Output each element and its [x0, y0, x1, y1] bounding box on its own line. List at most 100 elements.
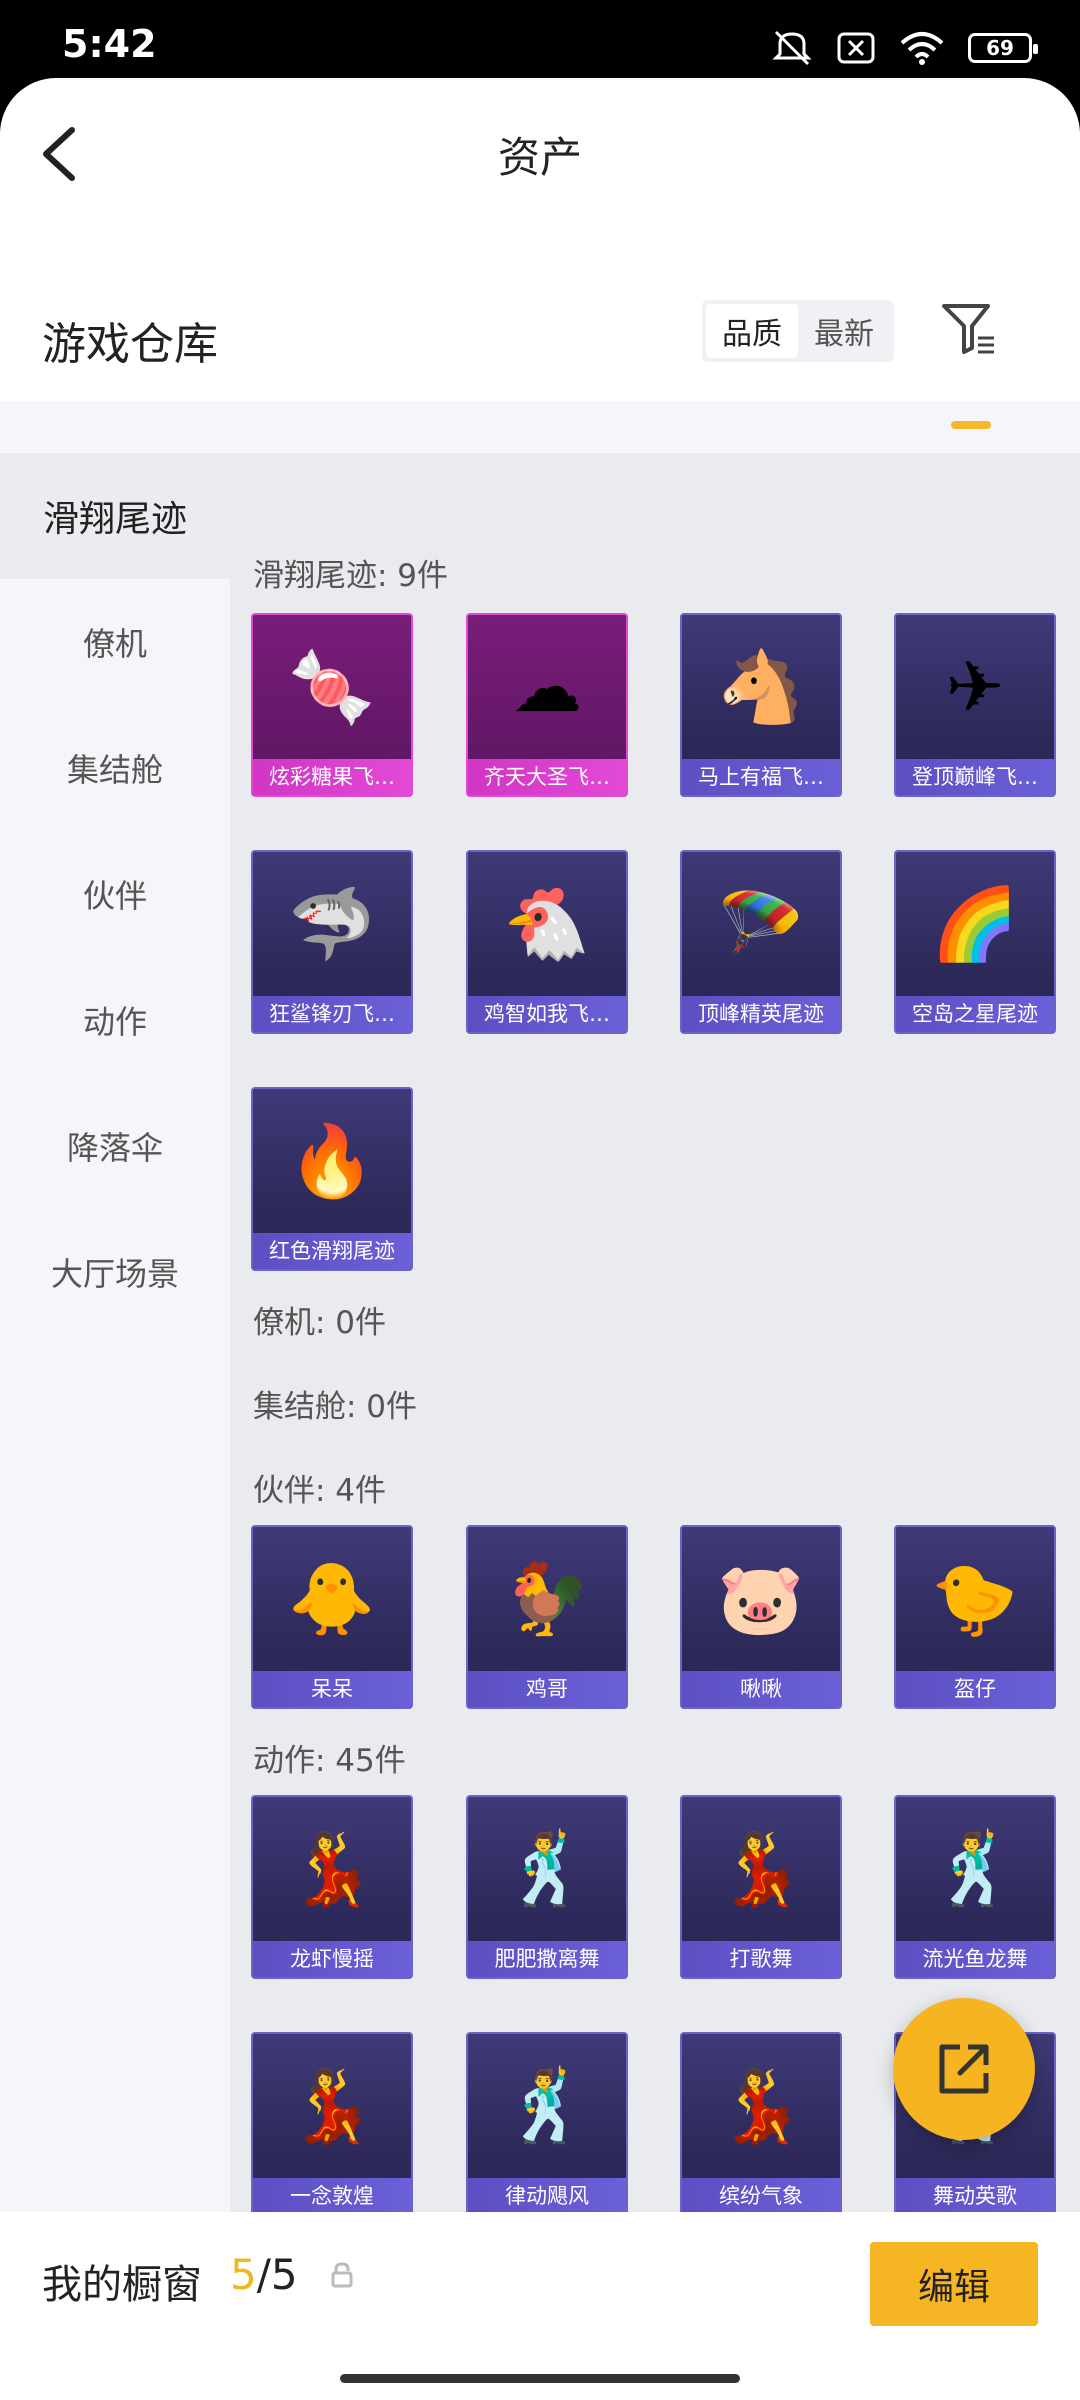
showcase-current: 5: [230, 2250, 257, 2299]
dancer-icon: 🕺: [503, 1827, 591, 1910]
item-name: 鸡哥: [468, 1671, 626, 1707]
sidebar-item-parachute[interactable]: 降落伞: [0, 1083, 230, 1209]
dancer-icon: 💃: [288, 2064, 376, 2147]
warehouse-title: 游戏仓库: [42, 319, 218, 370]
sidebar: 滑翔尾迹 僚机 集结舱 伙伴 动作 降落伞 大厅场景: [0, 453, 230, 2223]
item-card[interactable]: 🔥 红色滑翔尾迹: [251, 1087, 413, 1271]
item-name: 盔仔: [896, 1671, 1054, 1707]
item-card[interactable]: 🪂 顶峰精英尾迹: [680, 850, 842, 1034]
item-name: 舞动英歌: [896, 2178, 1054, 2214]
candy-icon: 🍬: [288, 645, 376, 728]
item-name: 登顶巅峰飞…: [896, 759, 1054, 795]
share-out-icon: [939, 2044, 989, 2094]
dancer-icon: 💃: [717, 1827, 805, 1910]
item-card[interactable]: 🐤 盔仔: [894, 1525, 1056, 1709]
shark-icon: 🦈: [288, 882, 376, 965]
jet-icon: ✈: [945, 646, 1005, 728]
battery-icon: 69: [968, 33, 1038, 63]
sidebar-item-partner[interactable]: 伙伴: [0, 831, 230, 957]
helmet-chick-icon: 🐤: [931, 1557, 1019, 1640]
bottom-bar: 我的橱窗 5/5 编辑: [0, 2212, 1080, 2326]
item-name: 鸡智如我飞…: [468, 996, 626, 1032]
item-card[interactable]: 🐷 啾啾: [680, 1525, 842, 1709]
top-bar: 资产: [0, 78, 1080, 218]
active-tab-indicator: [951, 421, 991, 429]
item-name: 呆呆: [253, 1671, 411, 1707]
battery-level: 69: [986, 36, 1014, 60]
sidebar-item-wingman[interactable]: 僚机: [0, 579, 230, 705]
page-title: 资产: [497, 133, 582, 182]
chicken-icon: 🐔: [503, 882, 591, 965]
showcase-label: 我的橱窗: [42, 2262, 202, 2308]
group-title-emote: 动作: 45件: [253, 1743, 406, 1779]
share-button[interactable]: [893, 1998, 1035, 2140]
status-bar: 5:42 69: [0, 0, 1080, 80]
sim-off-icon: [837, 32, 875, 64]
item-name: 啾啾: [682, 1671, 840, 1707]
warehouse-header: 游戏仓库 品质 最新: [0, 278, 1080, 378]
dancer-icon: 💃: [717, 2064, 805, 2147]
item-card[interactable]: 🕺 流光鱼龙舞: [894, 1795, 1056, 1979]
rainbow-trail-icon: 🌈: [931, 882, 1019, 965]
wifi-icon: [900, 32, 944, 65]
mute-icon: [772, 30, 812, 66]
item-card[interactable]: 🐔 鸡智如我飞…: [466, 850, 628, 1034]
edit-button[interactable]: 编辑: [870, 2242, 1038, 2326]
sort-newest-button[interactable]: 最新: [798, 304, 890, 358]
item-card[interactable]: 🕺 律动飓风: [466, 2032, 628, 2216]
item-card[interactable]: 💃 打歌舞: [680, 1795, 842, 1979]
item-name: 一念敦煌: [253, 2178, 411, 2214]
sidebar-item-glide-trail[interactable]: 滑翔尾迹: [0, 453, 230, 579]
sidebar-item-emote[interactable]: 动作: [0, 957, 230, 1083]
dancer-icon: 🕺: [503, 2064, 591, 2147]
item-name: 红色滑翔尾迹: [253, 1233, 411, 1269]
red-smoke-icon: 🔥: [288, 1119, 376, 1202]
item-name: 律动飓风: [468, 2178, 626, 2214]
filter-icon[interactable]: [940, 300, 998, 358]
item-name: 缤纷气象: [682, 2178, 840, 2214]
lock-icon: [331, 2262, 353, 2288]
sort-quality-button[interactable]: 品质: [706, 304, 798, 358]
item-card[interactable]: 💃 缤纷气象: [680, 2032, 842, 2216]
chick-icon: 🐥: [288, 1557, 376, 1640]
item-card[interactable]: ☁ 齐天大圣飞…: [466, 613, 628, 797]
item-name: 顶峰精英尾迹: [682, 996, 840, 1032]
dancer-icon: 🕺: [931, 1827, 1019, 1910]
item-card[interactable]: 🕺 肥肥撒离舞: [466, 1795, 628, 1979]
item-name: 龙虾慢摇: [253, 1941, 411, 1977]
item-card[interactable]: 🦈 狂鲨锋刃飞…: [251, 850, 413, 1034]
group-title-capsule: 集结舱: 0件: [253, 1389, 418, 1425]
showcase-total: /5: [256, 2250, 298, 2299]
home-indicator[interactable]: [340, 2374, 740, 2383]
item-name: 流光鱼龙舞: [896, 1941, 1054, 1977]
sort-toggle: 品质 最新: [702, 300, 894, 362]
status-time: 5:42: [62, 22, 157, 66]
pink-creature-icon: 🐷: [717, 1557, 805, 1640]
status-icons: 69: [772, 30, 1038, 66]
skydiver-trail-icon: 🪂: [717, 882, 805, 965]
item-name: 齐天大圣飞…: [468, 759, 626, 795]
cloud-icon: ☁: [512, 646, 582, 728]
item-card[interactable]: 🌈 空岛之星尾迹: [894, 850, 1056, 1034]
item-card[interactable]: 🐓 鸡哥: [466, 1525, 628, 1709]
item-card[interactable]: 🐴 马上有福飞…: [680, 613, 842, 797]
item-name: 马上有福飞…: [682, 759, 840, 795]
sidebar-item-capsule[interactable]: 集结舱: [0, 705, 230, 831]
horse-icon: 🐴: [717, 645, 805, 728]
item-card[interactable]: 🐥 呆呆: [251, 1525, 413, 1709]
item-name: 肥肥撒离舞: [468, 1941, 626, 1977]
group-title-glide: 滑翔尾迹: 9件: [253, 558, 449, 594]
rooster-icon: 🐓: [503, 1557, 591, 1640]
sidebar-item-lobby-scene[interactable]: 大厅场景: [0, 1209, 230, 1335]
item-card[interactable]: 💃 龙虾慢摇: [251, 1795, 413, 1979]
item-card[interactable]: 💃 一念敦煌: [251, 2032, 413, 2216]
item-card[interactable]: 🍬 炫彩糖果飞…: [251, 613, 413, 797]
group-title-wingman: 僚机: 0件: [253, 1305, 387, 1341]
item-name: 空岛之星尾迹: [896, 996, 1054, 1032]
item-name: 炫彩糖果飞…: [253, 759, 411, 795]
item-name: 打歌舞: [682, 1941, 840, 1977]
showcase-count: 5/5: [230, 2250, 298, 2299]
group-title-partner: 伙伴: 4件: [253, 1473, 387, 1509]
dancer-icon: 💃: [288, 1827, 376, 1910]
item-card[interactable]: ✈ 登顶巅峰飞…: [894, 613, 1056, 797]
